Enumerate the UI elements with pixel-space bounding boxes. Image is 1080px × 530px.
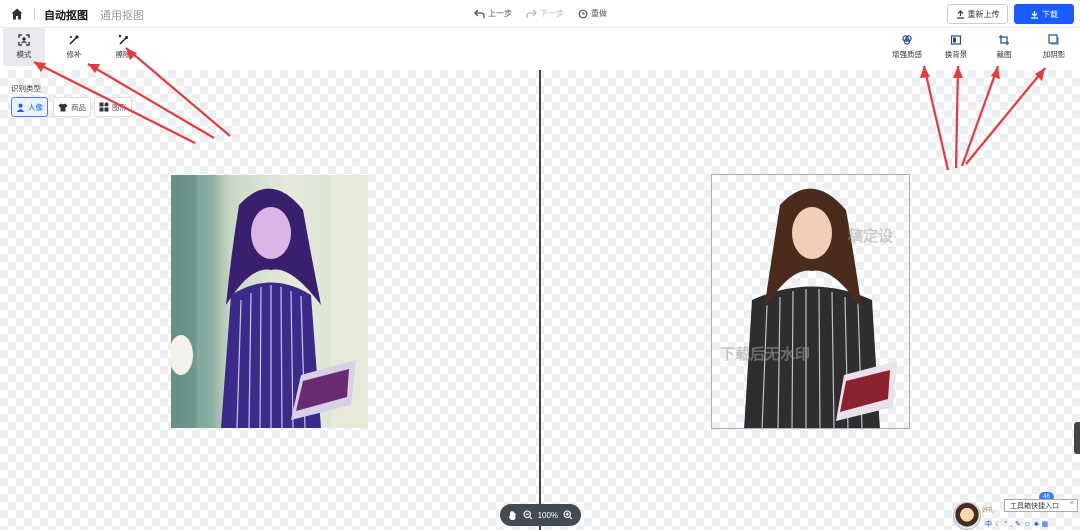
toolbox-shortcut-tip[interactable]: 工具箱快捷入口 × xyxy=(1004,499,1078,512)
result-photo-illustration xyxy=(744,188,897,428)
original-photo-illustration xyxy=(171,175,368,428)
tool-label: 换背景 xyxy=(944,50,968,59)
history-icon xyxy=(578,9,588,18)
shirt-icon xyxy=(58,103,68,111)
zoom-level: 100% xyxy=(537,510,559,520)
redo-button[interactable]: 下一步 xyxy=(526,8,564,19)
download-icon xyxy=(1031,10,1038,19)
recognition-type-panel: 识别类型 人像 商品 图形 xyxy=(0,75,140,123)
tool-shadow[interactable]: 加阴影 xyxy=(1033,28,1075,66)
reset-button[interactable]: 重做 xyxy=(578,8,607,19)
chip-label: 商品 xyxy=(71,102,86,112)
tool-erase[interactable]: 擦除 xyxy=(102,28,144,66)
ime-tray: 中 ☾ ° , ✎ ☺ ♣ ▦ xyxy=(983,518,1080,530)
tool-crop[interactable]: 裁图 xyxy=(983,28,1025,66)
dot-icon[interactable]: ° xyxy=(1004,521,1007,528)
zoom-out-icon[interactable] xyxy=(523,510,533,520)
chip-label: 图形 xyxy=(112,102,127,112)
undo-label: 上一步 xyxy=(488,9,512,18)
enhance-icon xyxy=(902,35,912,45)
shapes-icon xyxy=(99,102,109,112)
home-icon[interactable] xyxy=(10,7,24,21)
compare-divider[interactable] xyxy=(539,70,541,530)
tab-general-cutout[interactable]: 通用抠图 xyxy=(100,7,144,23)
reupload-label: 重新上传 xyxy=(967,9,1000,19)
emoji-icon[interactable]: ☺ xyxy=(1024,521,1031,528)
tool-label: 裁图 xyxy=(996,50,1012,59)
chip-graphic[interactable]: 图形 xyxy=(94,97,132,117)
chip-label: 人像 xyxy=(28,102,43,112)
tool-label: 修补 xyxy=(66,50,82,59)
chip-product[interactable]: 商品 xyxy=(53,97,91,117)
undo-button[interactable]: 上一步 xyxy=(474,8,512,19)
tip-label: 工具箱快捷入口 xyxy=(1010,502,1059,510)
comma-icon[interactable]: , xyxy=(1010,521,1012,528)
zoom-in-icon[interactable] xyxy=(563,510,573,520)
moon-icon[interactable]: ☾ xyxy=(995,520,1001,528)
tool-repair[interactable]: 修补 xyxy=(53,28,95,66)
grid-icon[interactable]: ▦ xyxy=(1042,520,1049,528)
tool-enhance[interactable]: 增强质感 xyxy=(886,28,928,66)
close-icon[interactable]: × xyxy=(1070,500,1074,507)
wrench-icon[interactable]: ✎ xyxy=(1015,520,1021,528)
tool-change-background[interactable]: 换背景 xyxy=(935,28,977,66)
redo-icon xyxy=(526,9,537,18)
shirt-skin-icon[interactable]: ♣ xyxy=(1034,521,1039,528)
undo-icon xyxy=(474,9,485,18)
result-photo: 下载后无水印 稿定设 xyxy=(711,174,910,429)
tool-label: 增强质感 xyxy=(892,50,922,59)
side-panel-handle[interactable] xyxy=(1074,422,1080,454)
tool-bar: 模式 修补 擦除 增强质感 换背景 裁图 加阴影 xyxy=(0,28,1080,70)
watermark-text-2: 稿定设 xyxy=(848,228,894,245)
download-button[interactable]: 下载 xyxy=(1014,4,1074,24)
chip-portrait[interactable]: 人像 xyxy=(11,97,48,117)
eraser-wand-icon xyxy=(118,34,128,45)
shadow-icon xyxy=(1048,34,1059,45)
hand-pan-icon[interactable] xyxy=(508,510,518,521)
person-icon xyxy=(16,103,25,112)
tool-label: 模式 xyxy=(16,50,32,59)
tool-label: 擦除 xyxy=(115,50,131,59)
zoom-bar: 100% xyxy=(500,504,581,526)
recognition-title: 识别类型 xyxy=(11,84,41,93)
tool-label: 加阴影 xyxy=(1042,50,1066,59)
tool-mode[interactable]: 模式 xyxy=(3,28,45,66)
crop-icon xyxy=(999,35,1009,45)
repair-brush-icon xyxy=(69,35,79,45)
tab-auto-cutout[interactable]: 自动抠图 xyxy=(44,7,88,23)
watermark-text: 下载后无水印 xyxy=(720,346,811,363)
select-mode-icon xyxy=(18,34,30,46)
download-label: 下载 xyxy=(1042,9,1058,19)
divider xyxy=(34,8,35,20)
ime-chinese-toggle[interactable]: 中 xyxy=(985,519,992,529)
change-background-icon xyxy=(950,35,962,45)
avatar[interactable] xyxy=(953,502,981,530)
reset-label: 重做 xyxy=(591,9,607,18)
redo-label: 下一步 xyxy=(540,9,564,18)
original-photo xyxy=(171,175,368,428)
upload-icon xyxy=(956,9,964,19)
reupload-button[interactable]: 重新上传 xyxy=(947,4,1008,24)
promo-note: 好礼 xyxy=(982,508,995,514)
top-bar: 自动抠图 通用抠图 上一步 下一步 重做 重新上传 下载 xyxy=(0,0,1080,28)
